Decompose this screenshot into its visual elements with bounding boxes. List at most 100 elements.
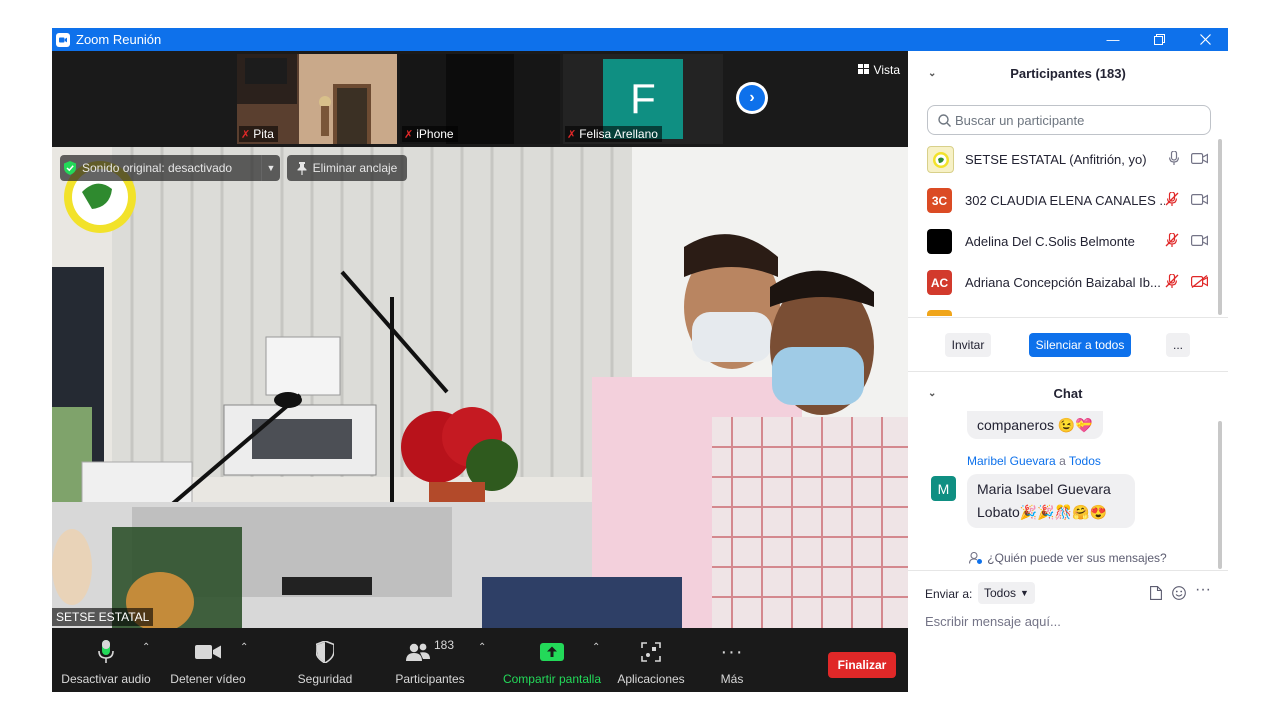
participants-button[interactable]: 183 Participantes bbox=[390, 628, 470, 692]
chat-message: Maria Isabel Guevara Lobato🎉🎉🎊🤗😍 bbox=[967, 474, 1135, 528]
microphone-muted-icon[interactable] bbox=[1165, 191, 1179, 209]
collapse-chevron-icon[interactable]: ⌄ bbox=[928, 68, 936, 79]
more-dots-icon[interactable]: ··· bbox=[1195, 581, 1211, 599]
restore-button[interactable] bbox=[1136, 28, 1182, 51]
participant-row-partial bbox=[927, 310, 952, 316]
chat-scrollbar[interactable] bbox=[1218, 421, 1222, 569]
participant-search-input[interactable]: Buscar un participante bbox=[927, 105, 1211, 135]
collapse-chevron-icon[interactable]: ⌄ bbox=[928, 388, 936, 399]
video-camera-icon[interactable] bbox=[1191, 234, 1208, 249]
zoom-window: Zoom Reunión — ✗ Pita ✗ iPhone F ✗ Felis… bbox=[52, 28, 1228, 692]
speaker-name: SETSE ESTATAL bbox=[52, 608, 154, 626]
participants-count: 183 bbox=[433, 638, 455, 652]
mute-all-button[interactable]: Silenciar a todos bbox=[1029, 333, 1131, 357]
chevron-right-icon: › bbox=[739, 85, 765, 111]
microphone-icon[interactable] bbox=[1169, 150, 1179, 168]
video-tile-felisa-arellano[interactable]: F ✗ Felisa Arellano bbox=[563, 54, 723, 144]
avatar: 3C bbox=[927, 188, 952, 213]
chat-sender-line: Maribel Guevara a Todos bbox=[967, 454, 1101, 468]
participants-scrollbar[interactable] bbox=[1218, 139, 1222, 315]
send-to-dropdown[interactable]: Todos ▼ bbox=[978, 582, 1035, 604]
avatar: M bbox=[931, 476, 956, 501]
chat-message-previous: companeros 😉💝 bbox=[967, 411, 1103, 439]
original-sound-toggle[interactable]: Sonido original: desactivado ▼ bbox=[60, 155, 280, 181]
participant-row[interactable]: SETSE ESTATAL (Anfitrión, yo) bbox=[908, 139, 1228, 180]
video-area: ✗ Pita ✗ iPhone F ✗ Felisa Arellano › Vi… bbox=[52, 51, 908, 692]
video-camera-icon[interactable] bbox=[1191, 152, 1208, 167]
chevron-down-icon[interactable]: ▼ bbox=[261, 155, 280, 181]
shield-icon bbox=[316, 638, 334, 666]
window-title: Zoom Reunión bbox=[76, 32, 162, 47]
participant-name: SETSE ESTATAL (Anfitrión, yo) bbox=[965, 152, 1147, 167]
tile-name-pita: ✗ Pita bbox=[239, 126, 278, 142]
apps-icon bbox=[641, 638, 661, 666]
avatar bbox=[927, 146, 954, 173]
divider bbox=[908, 570, 1228, 571]
more-options-button[interactable]: ... bbox=[1166, 333, 1190, 357]
divider bbox=[908, 317, 1228, 318]
participant-row[interactable]: Adelina Del C.Solis Belmonte bbox=[908, 221, 1228, 262]
audio-options-caret[interactable]: ⌃ bbox=[142, 642, 150, 653]
apps-button[interactable]: Aplicaciones bbox=[614, 628, 688, 692]
video-options-caret[interactable]: ⌃ bbox=[240, 642, 248, 653]
view-button[interactable]: Vista bbox=[857, 63, 900, 77]
participant-row[interactable]: 3C 302 CLAUDIA ELENA CANALES ... bbox=[908, 180, 1228, 221]
minimize-button[interactable]: — bbox=[1090, 28, 1136, 51]
avatar bbox=[927, 229, 952, 254]
stop-video-button[interactable]: Detener vídeo bbox=[166, 628, 250, 692]
microphone-muted-icon[interactable] bbox=[1165, 232, 1179, 250]
emoji-icon[interactable] bbox=[1172, 586, 1186, 600]
meeting-toolbar: Desactivar audio ⌃ Detener vídeo ⌃ Segur… bbox=[52, 628, 908, 692]
participants-header: ⌄ Participantes (183) bbox=[928, 65, 1126, 81]
share-screen-icon bbox=[540, 638, 564, 666]
participants-icon: 183 bbox=[405, 638, 455, 666]
tile-name-iphone: ✗ iPhone bbox=[402, 126, 458, 142]
chat-sender[interactable]: Maribel Guevara bbox=[967, 454, 1056, 468]
zoom-app-icon bbox=[56, 32, 70, 47]
chat-header: ⌄ Chat bbox=[928, 385, 1083, 401]
main-video[interactable]: Sonido original: desactivado ▼ Eliminar … bbox=[52, 147, 908, 628]
video-camera-off-icon[interactable] bbox=[1191, 274, 1208, 291]
participant-name: Adelina Del C.Solis Belmonte bbox=[965, 234, 1135, 249]
tile-name-felisa-arellano: ✗ Felisa Arellano bbox=[565, 126, 662, 142]
chat-message-input[interactable]: Escribir mensaje aquí... bbox=[925, 614, 1215, 636]
microphone-icon bbox=[98, 638, 114, 666]
who-can-see-link[interactable]: ¿Quién puede ver sus mensajes? bbox=[908, 551, 1228, 565]
mic-muted-icon: ✗ bbox=[567, 128, 577, 141]
title-bar: Zoom Reunión — bbox=[52, 28, 1228, 51]
pin-icon bbox=[297, 161, 307, 175]
more-dots-icon: ··· bbox=[720, 640, 744, 663]
avatar: AC bbox=[927, 270, 952, 295]
person-eye-icon bbox=[969, 552, 983, 564]
video-tile-pita[interactable]: ✗ Pita bbox=[237, 54, 397, 144]
share-options-caret[interactable]: ⌃ bbox=[592, 642, 600, 653]
chat-recipient[interactable]: Todos bbox=[1069, 454, 1101, 468]
video-camera-icon[interactable] bbox=[1191, 193, 1208, 208]
chevron-down-icon: ▼ bbox=[1020, 588, 1029, 598]
more-button[interactable]: ··· Más bbox=[708, 628, 756, 692]
participant-row[interactable]: AC Adriana Concepción Baizabal Ib... bbox=[908, 262, 1228, 303]
microphone-muted-icon[interactable] bbox=[1165, 273, 1179, 291]
shield-check-icon bbox=[64, 161, 76, 175]
mic-muted-icon: ✗ bbox=[241, 128, 251, 141]
grid-view-icon bbox=[857, 63, 869, 77]
share-screen-button[interactable]: Compartir pantalla bbox=[500, 628, 604, 692]
close-button[interactable] bbox=[1182, 28, 1228, 51]
video-tile-iphone[interactable]: ✗ iPhone bbox=[400, 54, 560, 144]
thumbnail-strip: ✗ Pita ✗ iPhone F ✗ Felisa Arellano › Vi… bbox=[52, 51, 908, 147]
search-icon bbox=[938, 113, 951, 127]
participants-options-caret[interactable]: ⌃ bbox=[478, 642, 486, 653]
side-panel: ⌄ Participantes (183) Buscar un particip… bbox=[908, 51, 1228, 692]
file-icon[interactable] bbox=[1150, 586, 1162, 600]
send-to-label: Enviar a: bbox=[925, 587, 973, 601]
participant-name: Adriana Concepción Baizabal Ib... bbox=[965, 275, 1161, 290]
unpin-button[interactable]: Eliminar anclaje bbox=[287, 155, 407, 181]
main-video-image bbox=[52, 147, 908, 628]
mute-audio-button[interactable]: Desactivar audio bbox=[60, 628, 152, 692]
next-page-button[interactable]: › bbox=[736, 82, 768, 114]
divider bbox=[908, 371, 1228, 372]
invite-button[interactable]: Invitar bbox=[945, 333, 991, 357]
security-button[interactable]: Seguridad bbox=[290, 628, 360, 692]
video-camera-icon bbox=[195, 638, 221, 666]
end-meeting-button[interactable]: Finalizar bbox=[828, 652, 896, 678]
